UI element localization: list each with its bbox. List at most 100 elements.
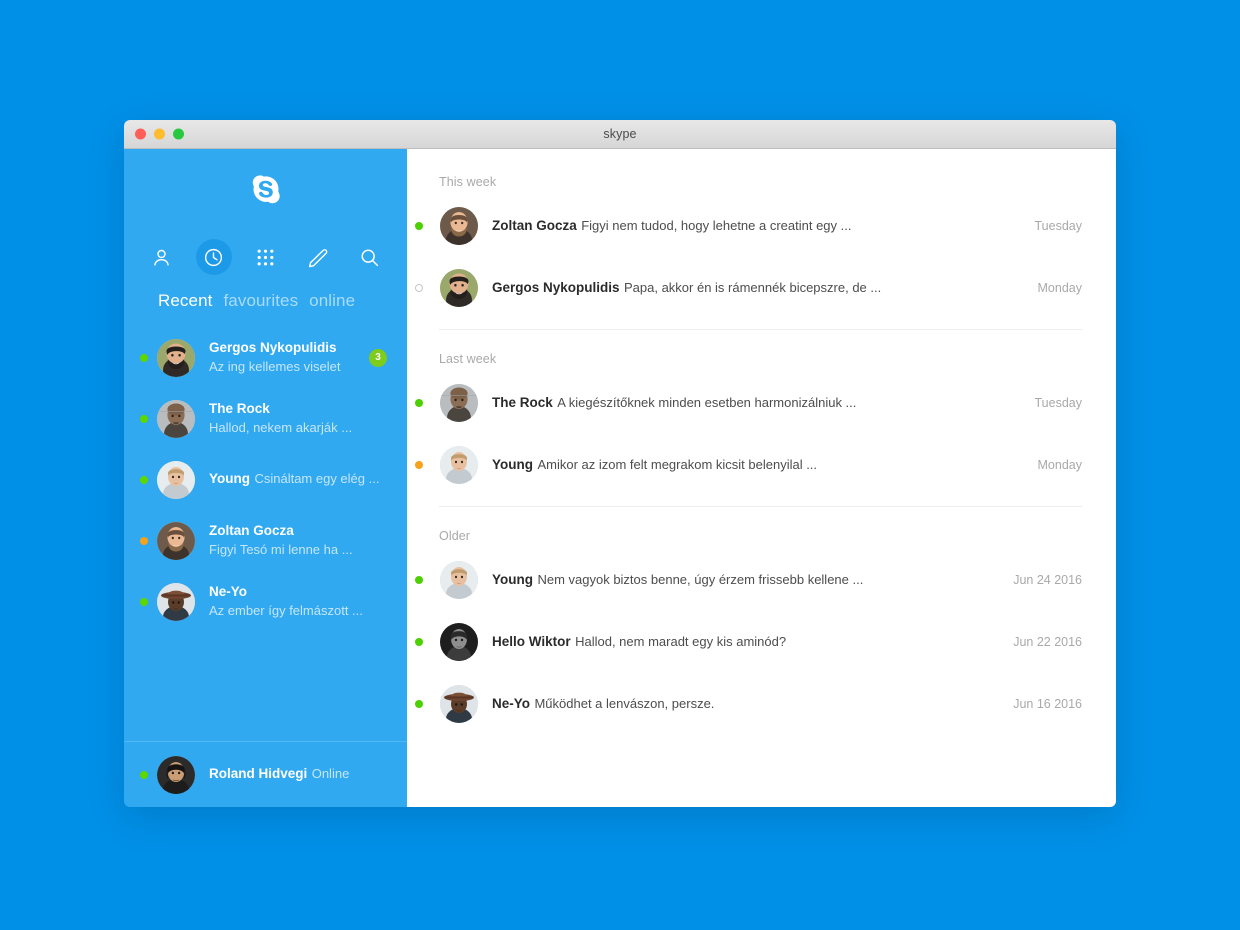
list-item-text: The Rock Hallod, nekem akarják ... <box>209 400 387 436</box>
avatar <box>440 384 478 422</box>
timestamp: Jun 22 2016 <box>1013 635 1082 649</box>
compose-pencil-icon <box>308 248 328 267</box>
avatar-man-young-light-icon <box>440 561 478 599</box>
contacts-button[interactable] <box>144 239 180 275</box>
tab-favourites[interactable]: favourites <box>223 291 298 311</box>
presence-dot <box>140 353 148 362</box>
skype-window: skype Recent favourites online Gergos Ny… <box>124 120 1116 807</box>
timestamp: Jun 24 2016 <box>1013 573 1082 587</box>
window-titlebar: skype <box>124 120 1116 149</box>
maximize-button[interactable] <box>173 128 184 140</box>
message-snippet: Papa, akkor én is rámennék bicepszre, de… <box>623 279 882 295</box>
contact-name: Hello Wiktor <box>492 633 571 649</box>
contact-name: Gergos Nykopulidis <box>492 279 620 295</box>
message-snippet: A kiegészítőknek minden esetben harmoniz… <box>557 394 857 410</box>
avatar <box>440 623 478 661</box>
compose-button[interactable] <box>300 239 336 275</box>
table-row-text: Ne-Yo Működhet a lenvászon, persze. <box>492 695 999 714</box>
table-row[interactable]: Gergos Nykopulidis Papa, akkor én is rám… <box>407 257 1082 319</box>
recent-button[interactable] <box>195 239 232 275</box>
sidebar-icon-toolbar <box>124 229 407 285</box>
list-item[interactable]: Zoltan Gocza Figyi Tesó mi lenne ha ... <box>124 510 407 571</box>
avatar-man-beard-green-icon <box>157 338 195 377</box>
list-item-text: Ne-Yo Az ember így felmászott ... <box>209 583 387 619</box>
window-controls <box>135 128 184 140</box>
contact-name: Ne-Yo <box>209 584 248 600</box>
table-row[interactable]: Young Nem vagyok biztos benne, úgy érzem… <box>407 549 1082 611</box>
presence-dot <box>140 414 148 423</box>
message-snippet: Hallod, nem maradt egy kis aminód? <box>575 633 787 649</box>
search-button[interactable] <box>352 239 388 275</box>
avatar <box>157 338 195 377</box>
list-item[interactable]: Ne-Yo Az ember így felmászott ... <box>124 571 407 632</box>
contact-name: The Rock <box>209 401 270 417</box>
presence-dot <box>140 770 148 779</box>
current-user-status: Online <box>311 766 350 782</box>
tab-online[interactable]: online <box>309 291 355 311</box>
message-snippet: Figyi Tesó mi lenne ha ... <box>209 541 353 557</box>
avatar <box>157 460 195 499</box>
current-user-text: Roland Hidvegi Online <box>209 765 391 783</box>
section-heading: Last week <box>439 352 497 366</box>
contact-name: Young <box>492 456 533 472</box>
minimize-button[interactable] <box>154 128 165 140</box>
presence-dot <box>415 576 423 584</box>
table-row-text: Young Nem vagyok biztos benne, úgy érzem… <box>492 571 999 590</box>
list-item-text: Gergos Nykopulidis Az ing kellemes visel… <box>209 339 361 375</box>
table-row[interactable]: The Rock A kiegészítőknek minden esetben… <box>407 372 1082 434</box>
window-title: skype <box>603 127 637 141</box>
section-older: Older Young Nem vagyok biztos benne, úgy… <box>407 507 1082 735</box>
section-last-week: Last week The Rock A kiegészítőknek mind… <box>407 330 1082 507</box>
contact-name: Young <box>209 471 250 487</box>
current-user-name: Roland Hidvegi <box>209 766 308 782</box>
message-snippet: Csináltam egy elég ... <box>254 471 380 487</box>
avatar-man-hat-dark-icon <box>440 685 478 723</box>
timestamp: Monday <box>1037 458 1082 472</box>
avatar-man-dark-hair-icon <box>157 755 195 794</box>
contacts-icon <box>154 249 169 265</box>
tab-recent[interactable]: Recent <box>158 291 212 311</box>
window-body: Recent favourites online Gergos Nykopuli… <box>124 149 1116 807</box>
dialpad-icon <box>257 249 274 265</box>
list-item-text: Zoltan Gocza Figyi Tesó mi lenne ha ... <box>209 522 387 558</box>
avatar-man-beard-brown-icon <box>440 207 478 245</box>
close-button[interactable] <box>135 128 146 140</box>
brand-area <box>124 149 407 229</box>
sidebar-chat-list[interactable]: Gergos Nykopulidis Az ing kellemes visel… <box>124 325 407 741</box>
avatar-man-beard-green-icon <box>440 269 478 307</box>
avatar-man-young-light-icon <box>157 460 195 499</box>
section-heading: Older <box>439 529 471 543</box>
message-snippet: Amikor az izom felt megrakom kicsit bele… <box>537 456 818 472</box>
table-row[interactable]: Zoltan Gocza Figyi nem tudod, hogy lehet… <box>407 195 1082 257</box>
avatar <box>440 269 478 307</box>
unread-badge: 3 <box>369 348 387 367</box>
dialpad-button[interactable] <box>248 239 284 275</box>
avatar <box>440 561 478 599</box>
avatar-man-bald-gray-icon <box>157 399 195 438</box>
message-snippet: Nem vagyok biztos benne, úgy érzem friss… <box>537 571 864 587</box>
list-item[interactable]: Gergos Nykopulidis Az ing kellemes visel… <box>124 327 407 388</box>
skype-logo-icon <box>252 175 280 204</box>
avatar-man-young-light-icon <box>440 446 478 484</box>
contact-name: Ne-Yo <box>492 695 531 711</box>
section-this-week: This week Zoltan Gocza Figyi nem tudod, … <box>407 149 1082 330</box>
table-row-text: The Rock A kiegészítőknek minden esetben… <box>492 394 1021 413</box>
presence-dot <box>415 399 423 407</box>
presence-dot <box>415 638 423 646</box>
list-item[interactable]: The Rock Hallod, nekem akarják ... <box>124 388 407 449</box>
table-row-text: Hello Wiktor Hallod, nem maradt egy kis … <box>492 633 999 652</box>
table-row-text: Zoltan Gocza Figyi nem tudod, hogy lehet… <box>492 217 1021 236</box>
conversation-history-panel[interactable]: This week Zoltan Gocza Figyi nem tudod, … <box>407 149 1116 807</box>
table-row[interactable]: Hello Wiktor Hallod, nem maradt egy kis … <box>407 611 1082 673</box>
presence-dot <box>415 461 423 469</box>
contact-name: Gergos Nykopulidis <box>209 340 337 356</box>
list-item-text: Young Csináltam egy elég ... <box>209 470 387 488</box>
avatar-man-hat-dark-icon <box>157 582 195 621</box>
current-user-bar[interactable]: Roland Hidvegi Online <box>124 741 407 807</box>
contact-name: Zoltan Gocza <box>492 217 577 233</box>
table-row[interactable]: Ne-Yo Működhet a lenvászon, persze. Jun … <box>407 673 1082 735</box>
table-row-text: Young Amikor az izom felt megrakom kicsi… <box>492 456 1024 475</box>
message-snippet: Figyi nem tudod, hogy lehetne a creatint… <box>581 217 852 233</box>
table-row[interactable]: Young Amikor az izom felt megrakom kicsi… <box>407 434 1082 496</box>
list-item[interactable]: Young Csináltam egy elég ... <box>124 449 407 510</box>
